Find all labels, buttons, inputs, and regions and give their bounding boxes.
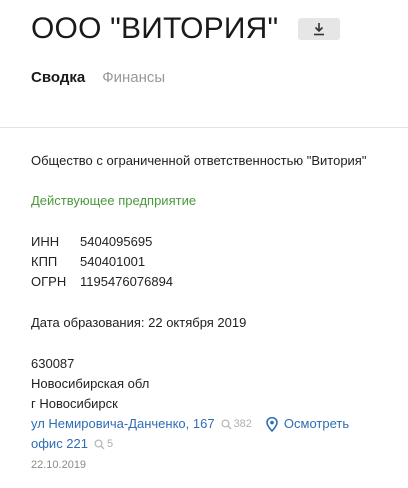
region: Новосибирская обл <box>31 376 150 391</box>
office-count-value: 5 <box>107 438 114 450</box>
identifier-value: 5404095695 <box>80 234 153 249</box>
page-header: ООО "ВИТОРИЯ" <box>31 12 341 46</box>
download-icon <box>312 22 326 36</box>
tab-finances[interactable]: Финансы <box>102 69 165 86</box>
postal-code: 630087 <box>31 356 75 371</box>
street-count-value: 382 <box>233 418 252 430</box>
founded-date: Дата образования: 22 октября 2019 <box>31 315 247 330</box>
street-link[interactable]: ул Немировича-Данченко, 167 <box>31 414 215 434</box>
map-view-link[interactable]: Осмотреть <box>266 414 349 434</box>
divider <box>0 127 408 128</box>
download-button[interactable] <box>298 18 341 40</box>
identifier-label: КПП <box>31 254 58 269</box>
search-icon <box>221 418 232 429</box>
identifier-value: 1195476076894 <box>80 274 174 289</box>
identifier-row-kpp: КПП 540401001 <box>31 254 173 274</box>
identifier-row-inn: ИНН 5404095695 <box>31 234 173 254</box>
office-search-count[interactable]: 5 <box>94 434 113 454</box>
identifiers-list: ИНН 5404095695 КПП 540401001 ОГРН 119547… <box>31 234 173 294</box>
tab-summary[interactable]: Сводка <box>31 69 85 86</box>
office-link[interactable]: офис 221 <box>31 434 88 454</box>
office-row: офис 221 5 <box>31 434 349 454</box>
status-badge: Действующее предприятие <box>31 193 197 208</box>
identifier-value: 540401001 <box>80 254 146 269</box>
city: г Новосибирск <box>31 396 118 411</box>
map-pin-icon <box>266 416 278 432</box>
identifier-label: ОГРН <box>31 274 67 289</box>
map-link-label: Осмотреть <box>283 416 350 431</box>
tab-bar: Сводка Финансы <box>31 69 182 86</box>
company-full-name: Общество с ограниченной ответственностью… <box>31 153 367 168</box>
search-icon <box>94 438 105 449</box>
street-row: ул Немировича-Данченко, 167 382 Осмотрет… <box>31 414 349 434</box>
street-search-count[interactable]: 382 <box>221 414 252 434</box>
identifier-label: ИНН <box>31 234 60 249</box>
address-block: 630087 Новосибирская обл г Новосибирск у… <box>31 354 349 473</box>
identifier-row-ogrn: ОГРН 1195476076894 <box>31 274 173 294</box>
company-title: ООО "ВИТОРИЯ" <box>31 12 279 45</box>
address-date: 22.10.2019 <box>31 459 87 471</box>
